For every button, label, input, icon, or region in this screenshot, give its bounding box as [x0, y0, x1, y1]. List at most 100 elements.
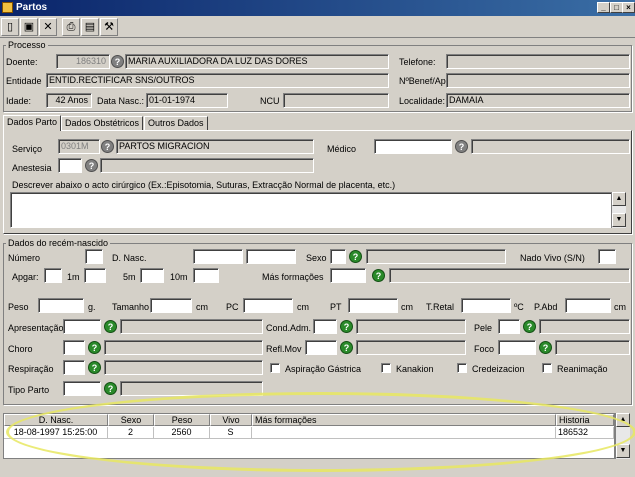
save-icon[interactable]: ▣	[20, 18, 38, 36]
close-window-button[interactable]: ×	[622, 2, 635, 13]
kanakion-checkbox[interactable]	[381, 363, 391, 373]
doente-id-field[interactable]: 186310	[56, 54, 110, 69]
scroll-down-icon[interactable]: ▼	[612, 213, 626, 227]
medico-field[interactable]	[374, 139, 452, 154]
grid-header-sexo[interactable]: Sexo	[108, 414, 154, 426]
help-icon[interactable]: ?	[455, 140, 468, 153]
grid-scrollbar[interactable]: ▲ ▼	[615, 413, 630, 459]
help-icon[interactable]: ?	[88, 341, 101, 354]
apresentacao-desc-field[interactable]	[120, 319, 263, 334]
sexo-field[interactable]	[330, 249, 346, 264]
scroll-up-icon[interactable]: ▲	[612, 192, 626, 206]
table-row-peso[interactable]: 2560	[154, 427, 210, 439]
refl-mov-desc-field[interactable]	[356, 340, 466, 355]
refl-mov-label: Refl.Mov	[266, 344, 302, 354]
table-row-historia[interactable]: 186532	[556, 427, 614, 439]
foco-field[interactable]	[498, 340, 536, 355]
grid-header-vivo[interactable]: Vivo	[210, 414, 252, 426]
pele-desc-field[interactable]	[539, 319, 630, 334]
pt-field[interactable]	[348, 298, 398, 313]
help-icon[interactable]: ?	[104, 382, 117, 395]
cond-adm-desc-field[interactable]	[356, 319, 466, 334]
help-icon[interactable]: ?	[523, 320, 536, 333]
tipo-parto-field[interactable]	[63, 381, 101, 396]
grid-header-historia[interactable]: Historia	[556, 414, 614, 426]
help-icon[interactable]: ?	[101, 140, 114, 153]
tamanho-field[interactable]	[150, 298, 192, 313]
entidade-field[interactable]: ENTID.RECTIFICAR SNS/OUTROS	[46, 73, 389, 88]
nbenef-field[interactable]	[446, 73, 630, 88]
descrever-scrollbar[interactable]: ▲ ▼	[611, 192, 626, 228]
tamanho-unit: cm	[196, 302, 208, 312]
table-row-dnasc[interactable]: 18-08-1997 15:25:00	[4, 427, 108, 439]
new-doc-icon[interactable]: ▯	[1, 18, 19, 36]
help-icon[interactable]: ?	[340, 341, 353, 354]
apgar-field[interactable]	[44, 268, 62, 283]
mas-formacoes-field[interactable]	[330, 268, 366, 283]
pabd-field[interactable]	[565, 298, 611, 313]
aspiracao-checkbox[interactable]	[270, 363, 280, 373]
tab-dados-obstetricos[interactable]: Dados Obstétricos	[61, 116, 144, 130]
scroll-up-icon[interactable]: ▲	[616, 413, 630, 427]
help-icon[interactable]: ?	[340, 320, 353, 333]
credeizacion-checkbox[interactable]	[457, 363, 467, 373]
telefone-field[interactable]	[446, 54, 630, 69]
tool-icon[interactable]: ⚒	[100, 18, 118, 36]
respiracao-field[interactable]	[63, 360, 85, 375]
grid-header-peso[interactable]: Peso	[154, 414, 210, 426]
help-icon[interactable]: ?	[88, 361, 101, 374]
pele-field[interactable]	[498, 319, 520, 334]
help-icon[interactable]: ?	[539, 341, 552, 354]
dnasc-time-field[interactable]	[246, 249, 296, 264]
servico-code-field[interactable]: 0301M	[58, 139, 100, 154]
choro-label: Choro	[8, 344, 33, 354]
tab-outros-dados[interactable]: Outros Dados	[144, 116, 208, 130]
cond-adm-field[interactable]	[313, 319, 337, 334]
refl-mov-field[interactable]	[305, 340, 337, 355]
respiracao-desc-field[interactable]	[104, 360, 263, 375]
sexo-desc-field[interactable]	[366, 249, 506, 264]
anestesia-nome-field[interactable]	[100, 158, 314, 173]
help-icon[interactable]: ?	[372, 269, 385, 282]
descrever-textarea[interactable]	[10, 192, 612, 228]
medico-nome-field[interactable]	[471, 139, 630, 154]
peso-field[interactable]	[38, 298, 84, 313]
idade-field[interactable]: 42 Anos	[46, 93, 92, 108]
grid-header-mas-formacoes[interactable]: Más formações	[252, 414, 556, 426]
anestesia-field[interactable]	[58, 158, 82, 173]
nado-vivo-field[interactable]	[598, 249, 616, 264]
pc-field[interactable]	[243, 298, 293, 313]
tipo-parto-desc-field[interactable]	[120, 381, 263, 396]
doente-nome-field[interactable]: MARIA AUXILIADORA DA LUZ DAS DORES	[125, 54, 389, 69]
apgar-10m-field[interactable]	[193, 268, 219, 283]
tretal-field[interactable]	[461, 298, 511, 313]
grid-header-dnasc[interactable]: D. Nasc.	[4, 414, 108, 426]
apgar-5m-field[interactable]	[140, 268, 164, 283]
close-icon[interactable]: ✕	[39, 18, 57, 36]
localidade-field[interactable]: DAMAIA	[446, 93, 630, 108]
ncu-field[interactable]	[283, 93, 389, 108]
minimize-button[interactable]: _	[597, 2, 610, 13]
table-row-sexo[interactable]: 2	[108, 427, 154, 439]
choro-desc-field[interactable]	[104, 340, 263, 355]
reanimacao-checkbox[interactable]	[542, 363, 552, 373]
scroll-down-icon[interactable]: ▼	[616, 444, 630, 458]
mas-formacoes-desc-field[interactable]	[389, 268, 630, 283]
data-nasc-field[interactable]: 01-01-1974	[146, 93, 228, 108]
table-row-vivo[interactable]: S	[210, 427, 252, 439]
foco-desc-field[interactable]	[555, 340, 630, 355]
help-icon[interactable]: ?	[111, 55, 124, 68]
apresentacao-field[interactable]	[63, 319, 101, 334]
dnasc-date-field[interactable]	[193, 249, 243, 264]
help-icon[interactable]: ?	[349, 250, 362, 263]
table-row-mas-formacoes[interactable]	[252, 427, 556, 439]
help-icon[interactable]: ?	[104, 320, 117, 333]
help-icon[interactable]: ?	[85, 159, 98, 172]
print-icon[interactable]: ⎙	[62, 18, 80, 36]
apgar-1m-field[interactable]	[84, 268, 106, 283]
servico-nome-field[interactable]: PARTOS MIGRACION	[116, 139, 314, 154]
numero-field[interactable]	[85, 249, 103, 264]
choro-field[interactable]	[63, 340, 85, 355]
preview-icon[interactable]: ▤	[81, 18, 99, 36]
tab-dados-parto[interactable]: Dados Parto	[3, 115, 62, 131]
